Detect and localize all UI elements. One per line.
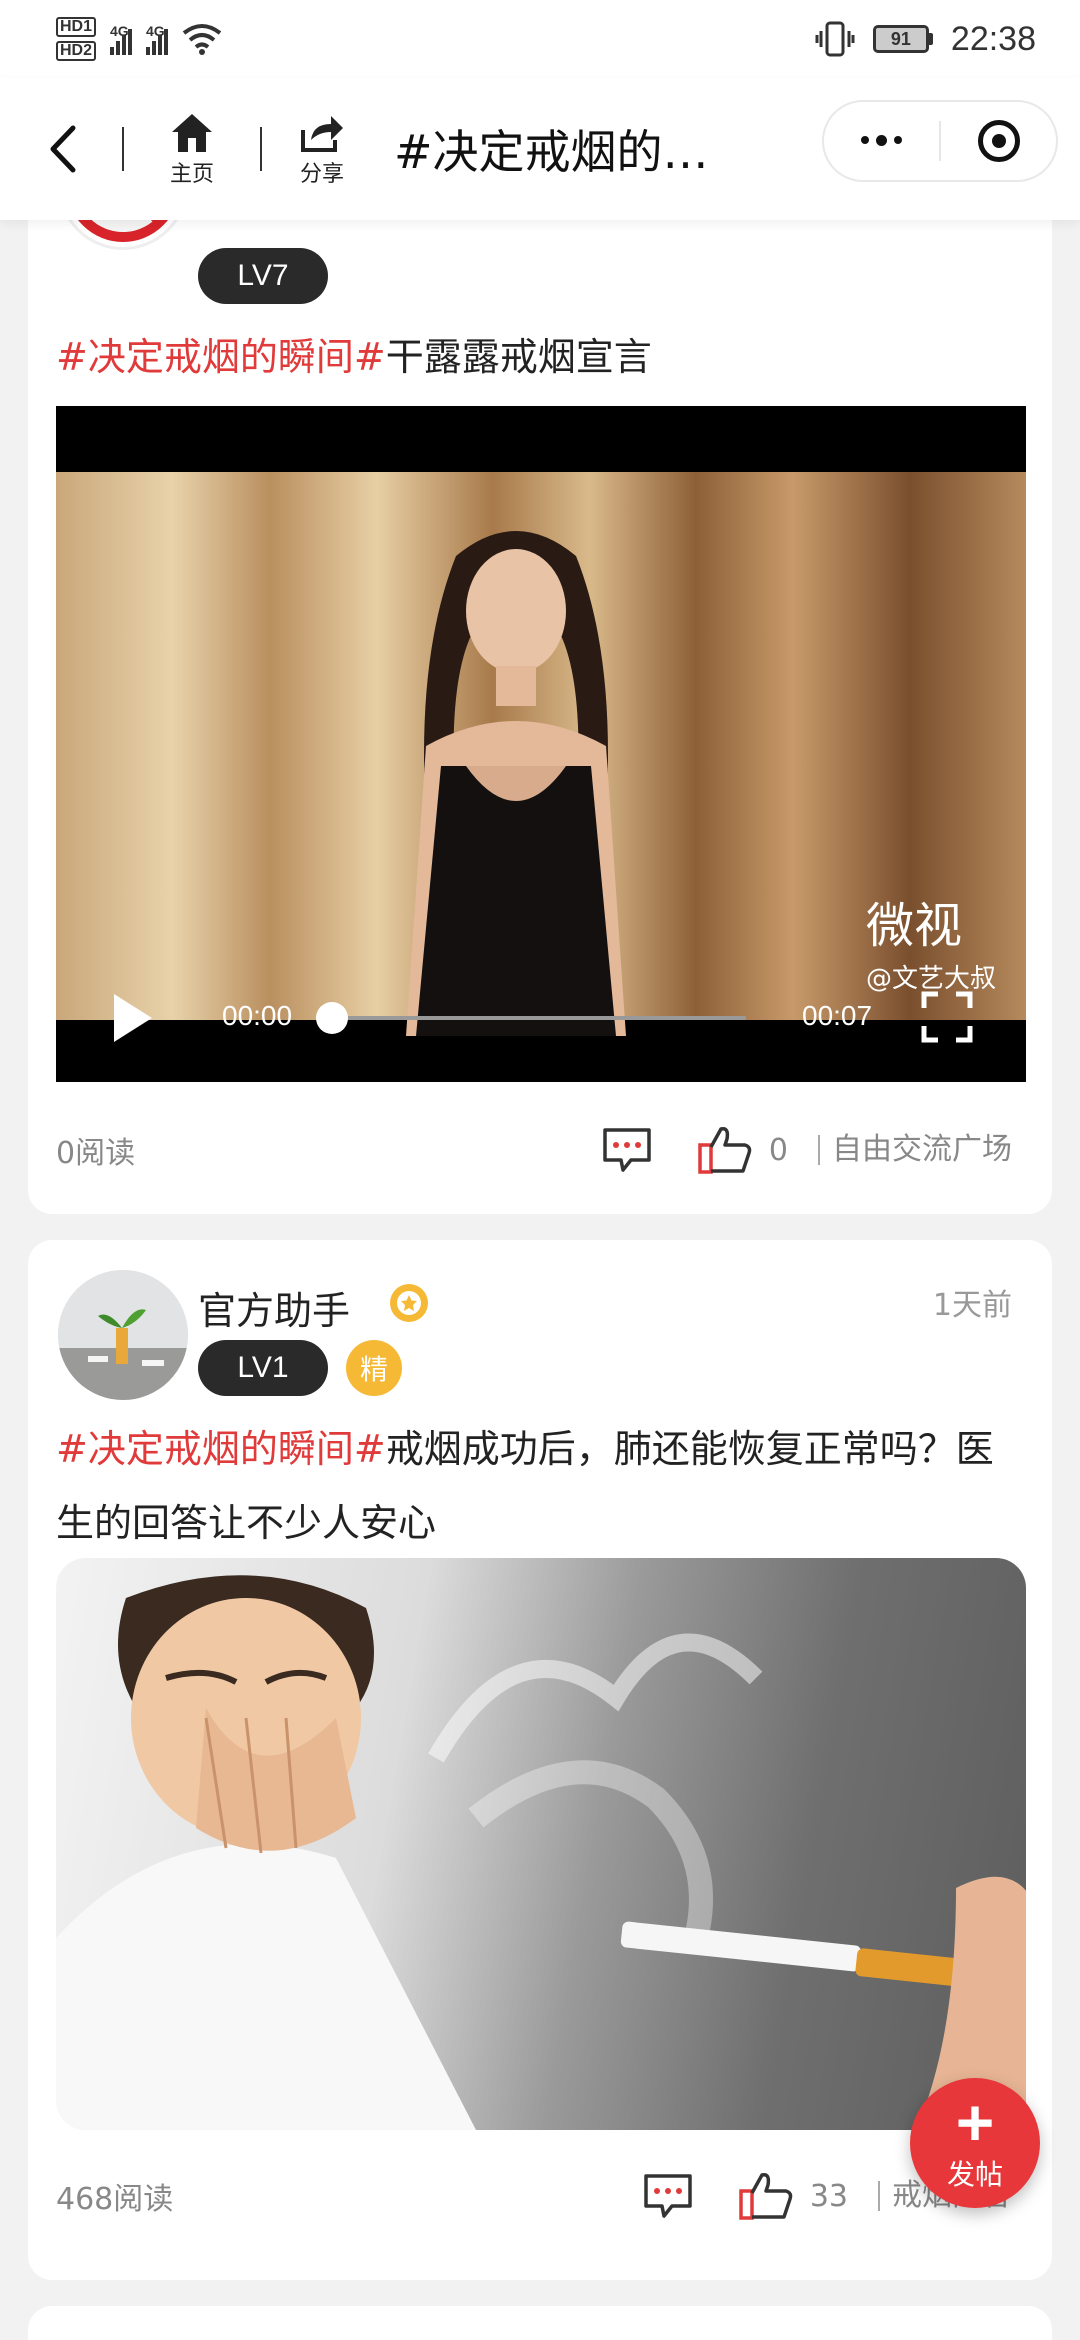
post-meta: 0阅读 0 自由交流广场 <box>56 1120 1012 1180</box>
more-icon <box>861 135 902 146</box>
read-count: 468阅读 <box>56 2182 174 2217</box>
like-count: 0 <box>768 1132 788 1168</box>
post-card[interactable] <box>28 2306 1052 2340</box>
video-current-time: 00:00 <box>222 1000 293 1031</box>
thumbs-up-icon <box>698 1126 752 1174</box>
avatar[interactable] <box>58 1270 188 1400</box>
video-player[interactable]: 微视 @文艺大叔 00:00 00:07 <box>56 406 1026 1082</box>
hd2-indicator: HD2 <box>56 41 97 61</box>
share-label: 分享 <box>299 162 344 187</box>
back-button[interactable] <box>40 119 84 179</box>
like-button[interactable]: 0 <box>697 1125 788 1175</box>
post-card[interactable]: LV7 #决定戒烟的瞬间#干露露戒烟宣言 微视 @文艺大叔 00:00 00:0… <box>28 120 1052 1214</box>
post-hashtag[interactable]: #决定戒烟的瞬间# <box>56 1427 386 1471</box>
close-target-icon <box>977 120 1020 162</box>
watermark-logo: 微视 <box>865 898 962 954</box>
network-type-2: 4G <box>146 23 165 39</box>
wifi-icon <box>182 24 222 55</box>
play-icon[interactable] <box>110 990 156 1046</box>
level-badge: LV1 <box>198 1340 328 1396</box>
new-post-label: 发帖 <box>946 2158 1003 2191</box>
status-left: HD1 HD2 4G 4G <box>56 17 222 61</box>
hd1-indicator: HD1 <box>56 17 97 37</box>
thumbs-up-icon <box>739 2172 793 2220</box>
close-miniprogram-button[interactable] <box>941 102 1056 180</box>
boy-smoke-image <box>56 1575 1026 2130</box>
like-count: 33 <box>809 2178 848 2214</box>
video-duration: 00:07 <box>802 1000 873 1031</box>
clock: 22:38 <box>950 19 1036 58</box>
home-button[interactable]: 主页 <box>162 110 222 188</box>
board-name[interactable]: 自由交流广场 <box>818 1135 1012 1165</box>
fullscreen-icon[interactable] <box>920 990 974 1044</box>
featured-badge: 精 <box>346 1340 402 1396</box>
nav-divider <box>260 127 262 171</box>
video-progress-knob[interactable] <box>316 1002 348 1034</box>
post-title-text: 干露露戒烟宣言 <box>385 335 652 379</box>
chevron-left-icon <box>50 125 76 173</box>
more-button[interactable] <box>824 102 939 180</box>
post-title[interactable]: #决定戒烟的瞬间#戒烟成功后，肺还能恢复正常吗？医生的回答让不少人安心 <box>56 1412 1012 1560</box>
network-type-1: 4G <box>110 23 129 39</box>
share-button[interactable]: 分享 <box>292 110 352 188</box>
home-icon <box>172 114 212 152</box>
post-meta: 468阅读 33 戒烟问答 <box>56 2166 1012 2226</box>
comment-icon[interactable] <box>642 2172 694 2220</box>
battery-level: 91 <box>890 28 911 49</box>
read-count: 0阅读 <box>56 1136 136 1171</box>
signal-icon-1: 4G <box>110 23 133 55</box>
status-right: 91 22:38 <box>815 20 1036 59</box>
page-title: #决定戒烟的… <box>394 125 709 179</box>
new-post-button[interactable]: + 发帖 <box>910 2078 1040 2208</box>
comment-icon[interactable] <box>601 1126 653 1174</box>
post-time: 1天前 <box>932 1288 1012 1323</box>
home-label: 主页 <box>169 162 214 187</box>
share-icon <box>301 116 343 152</box>
signal-icon-2: 4G <box>146 23 169 55</box>
sprout-avatar-image <box>58 1270 188 1400</box>
mini-program-capsule <box>822 100 1058 182</box>
navigation-bar: 主页 分享 #决定戒烟的… <box>0 78 1080 220</box>
post-hashtag[interactable]: #决定戒烟的瞬间# <box>56 335 386 379</box>
video-progress-track[interactable] <box>336 1016 746 1020</box>
level-badge: LV7 <box>198 248 328 304</box>
author-name[interactable]: 官方助手 <box>198 1280 350 1335</box>
vibrate-icon <box>815 21 855 57</box>
status-bar: HD1 HD2 4G 4G 91 22:38 <box>0 0 1080 78</box>
official-medal-icon <box>390 1284 428 1322</box>
post-card[interactable]: 官方助手 1天前 LV1 精 #决定戒烟的瞬间#戒烟成功后，肺还能恢复正常吗？医… <box>28 1240 1052 2280</box>
battery-icon: 91 <box>872 25 933 53</box>
like-button[interactable]: 33 <box>738 2171 848 2221</box>
plus-icon: + <box>955 2085 995 2159</box>
nav-divider <box>122 127 124 171</box>
post-image[interactable] <box>56 1558 1026 2130</box>
video-person-image <box>406 531 626 1036</box>
hd-indicators: HD1 HD2 <box>56 17 97 61</box>
video-controls: 00:00 00:07 <box>56 962 1026 1082</box>
post-title[interactable]: #决定戒烟的瞬间#干露露戒烟宣言 <box>56 320 1012 394</box>
